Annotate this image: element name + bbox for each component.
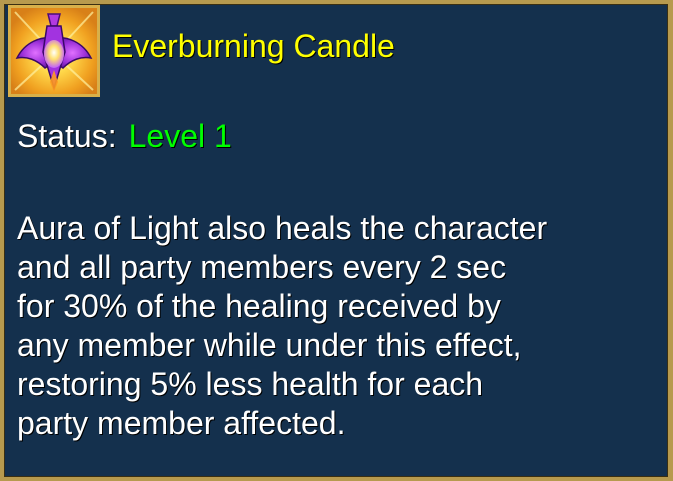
skill-tooltip: Everburning Candle Status: Level 1 Aura o… (0, 0, 673, 481)
status-label: Status: (17, 118, 117, 154)
status-level-value: Level 1 (128, 118, 232, 154)
skill-description: Aura of Light also heals the character a… (17, 210, 548, 441)
everburning-candle-icon (11, 8, 97, 94)
skill-icon-frame (8, 5, 100, 97)
skill-status: Status: Level 1 (17, 114, 232, 158)
skill-title: Everburning Candle (112, 28, 395, 64)
